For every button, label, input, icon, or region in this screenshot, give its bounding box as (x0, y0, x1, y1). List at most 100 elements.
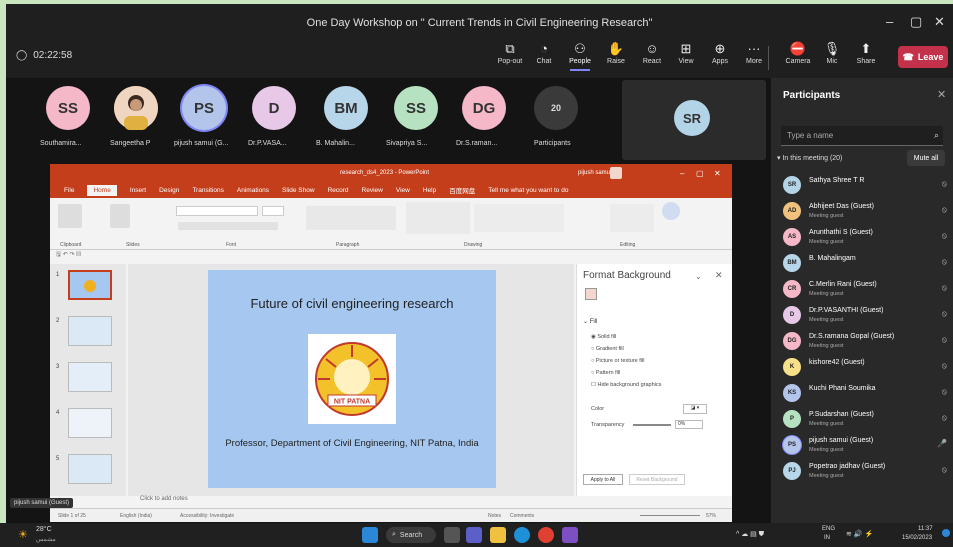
maximize-icon[interactable]: ▢ (910, 14, 922, 30)
paste-icon[interactable] (58, 204, 82, 228)
chevron-down-icon[interactable]: ⌄ (695, 272, 702, 281)
close-icon[interactable]: ✕ (934, 14, 945, 30)
close-pane-icon[interactable]: ✕ (715, 270, 723, 281)
tab-baidu[interactable]: 百度网盘 (449, 185, 475, 195)
tab-design[interactable]: Design (159, 187, 179, 194)
font-size-select[interactable] (262, 206, 284, 216)
color-picker[interactable]: ◪ ▾ (683, 404, 707, 414)
participant-row[interactable]: CR C.Merlin Rani (Guest) Meeting guest ⦸ (783, 278, 947, 304)
more-button[interactable]: ··· More (736, 40, 772, 65)
pop-out-button[interactable]: ⧉ Pop-out (492, 40, 528, 65)
clock-date[interactable]: 15/02/2023 (902, 535, 932, 541)
fill-section-header[interactable]: ⌄ Fill (583, 318, 597, 325)
participant-row[interactable]: D Dr.P.VASANTHI (Guest) Meeting guest ⦸ (783, 304, 947, 330)
in-meeting-header[interactable]: ▾ In this meeting (20) (777, 154, 842, 162)
camera-button[interactable]: ⛔ Camera (780, 40, 816, 65)
tab-record[interactable]: Record (328, 187, 349, 194)
transparency-input[interactable]: 0% (675, 420, 703, 429)
accessibility-status[interactable]: Accessibility: Investigate (180, 513, 234, 519)
slide-thumbnail[interactable] (68, 362, 112, 392)
tab-help[interactable]: Help (423, 187, 436, 194)
paragraph-controls[interactable] (306, 206, 396, 230)
participant-row[interactable]: DG Dr.S.ramana Gopal (Guest) Meeting guest… (783, 330, 947, 356)
close-panel-icon[interactable]: ✕ (937, 88, 946, 101)
teams-app-icon[interactable] (562, 527, 578, 543)
people-button[interactable]: ⚇ People (562, 40, 598, 71)
chrome-icon[interactable] (538, 527, 554, 543)
participant-row[interactable]: P P.Sudarshan (Guest) Meeting guest ⦸ (783, 408, 947, 434)
raise-hand-button[interactable]: ✋ Raise (598, 40, 634, 65)
participant-row[interactable]: KS Kuchi Phani Soumika ⦸ (783, 382, 947, 408)
teams-icon[interactable] (466, 527, 482, 543)
tray-icons[interactable]: ^ ☁ ▤ ⛊ (736, 530, 764, 539)
tab-slide-show[interactable]: Slide Show (282, 187, 315, 194)
taskbar-search[interactable]: ⌕ Search (386, 527, 436, 543)
clock-time[interactable]: 11:37 (918, 526, 933, 532)
tab-review[interactable]: Review (362, 187, 383, 194)
gradient-fill-radio[interactable]: ○ Gradient fill (591, 346, 624, 352)
avatar[interactable]: SS (394, 86, 438, 130)
shapes-gallery[interactable] (406, 202, 470, 234)
tab-insert[interactable]: Insert (130, 187, 146, 194)
share-button[interactable]: ⬆ Share (848, 40, 884, 65)
participant-row[interactable]: BM B. Mahalingam ⦸ (783, 252, 947, 278)
language-indicator[interactable]: ENG (822, 526, 835, 532)
slide-thumbnail[interactable] (68, 316, 112, 346)
picture-fill-radio[interactable]: ○ Picture or texture fill (591, 358, 644, 364)
ppt-maximize-icon[interactable]: ▢ (696, 169, 704, 178)
pattern-fill-radio[interactable]: ○ Pattern fill (591, 370, 620, 376)
network-volume-icons[interactable]: ≋ 🔊 ⚡ (846, 530, 873, 538)
avatar[interactable]: D (252, 86, 296, 130)
notes-pane[interactable]: Click to add notes (128, 496, 732, 508)
avatar[interactable]: PS (182, 86, 226, 130)
ppt-close-icon[interactable]: ✕ (714, 169, 721, 178)
participant-row[interactable]: AD Abhijeet Das (Guest) Meeting guest ⦸ (783, 200, 947, 226)
ppt-minimize-icon[interactable]: – (680, 169, 684, 178)
tab-transitions[interactable]: Transitions (192, 187, 224, 194)
font-format-icons[interactable] (178, 222, 278, 230)
save-icon[interactable]: 🖫 (56, 252, 61, 258)
apps-button[interactable]: ⊕ Apps (702, 40, 738, 65)
chat-button[interactable]: ◔ Chat (526, 40, 562, 65)
mute-all-button[interactable]: Mute all (907, 150, 945, 166)
transparency-slider[interactable] (633, 424, 671, 426)
fill-icon[interactable] (585, 288, 597, 300)
hide-graphics-checkbox[interactable]: ☐ Hide background graphics (591, 382, 661, 388)
tab-home[interactable]: Home (87, 184, 117, 196)
participant-row[interactable]: AS Arunthathi S (Guest) Meeting guest ⦸ (783, 226, 947, 252)
comments-toggle[interactable]: Comments (510, 513, 534, 519)
react-button[interactable]: ☺ React (634, 40, 670, 65)
view-button[interactable]: ⊞ View (668, 40, 704, 65)
avatar[interactable]: SS (46, 86, 90, 130)
participant-row[interactable]: Kkishore42 (Guest) ⦸ (783, 356, 947, 382)
reset-background-button[interactable]: Reset Background (629, 474, 685, 485)
task-view-icon[interactable] (444, 527, 460, 543)
tab-view[interactable]: View (396, 187, 410, 194)
mic-button[interactable]: 🎙 Mic (814, 40, 850, 65)
avatar[interactable]: BM (324, 86, 368, 130)
new-slide-icon[interactable] (110, 204, 130, 228)
shape-style-controls[interactable] (474, 204, 564, 232)
avatar-photo[interactable] (114, 86, 158, 130)
baidu-icon[interactable] (662, 202, 680, 220)
start-icon[interactable] (362, 527, 378, 543)
leave-button[interactable]: ☎ Leave (898, 46, 948, 68)
zoom-slider[interactable] (640, 515, 700, 516)
notification-badge[interactable] (942, 529, 950, 537)
participant-search-input[interactable]: Type a name ⌕ (781, 126, 943, 146)
slide-thumbnail[interactable] (68, 454, 112, 484)
tab-file[interactable]: File (64, 187, 74, 194)
slide-thumbnail[interactable] (68, 408, 112, 438)
solid-fill-radio[interactable]: ◉ Solid fill (591, 334, 616, 340)
font-name-select[interactable] (176, 206, 258, 216)
avatar[interactable]: DG (462, 86, 506, 130)
tab-animations[interactable]: Animations (237, 187, 269, 194)
tell-me-search[interactable]: Tell me what you want to do (488, 187, 568, 194)
participant-row[interactable]: PS pijush samui (Guest) Meeting guest 🎤 (783, 434, 947, 460)
edge-icon[interactable] (514, 527, 530, 543)
slide-thumbnail[interactable] (68, 270, 112, 300)
apply-to-all-button[interactable]: Apply to All (583, 474, 623, 485)
participant-count[interactable]: 20 (534, 86, 578, 130)
participant-row[interactable]: SR Sathya Shree T R ⦸ (783, 174, 947, 200)
minimize-icon[interactable]: – (886, 14, 893, 29)
